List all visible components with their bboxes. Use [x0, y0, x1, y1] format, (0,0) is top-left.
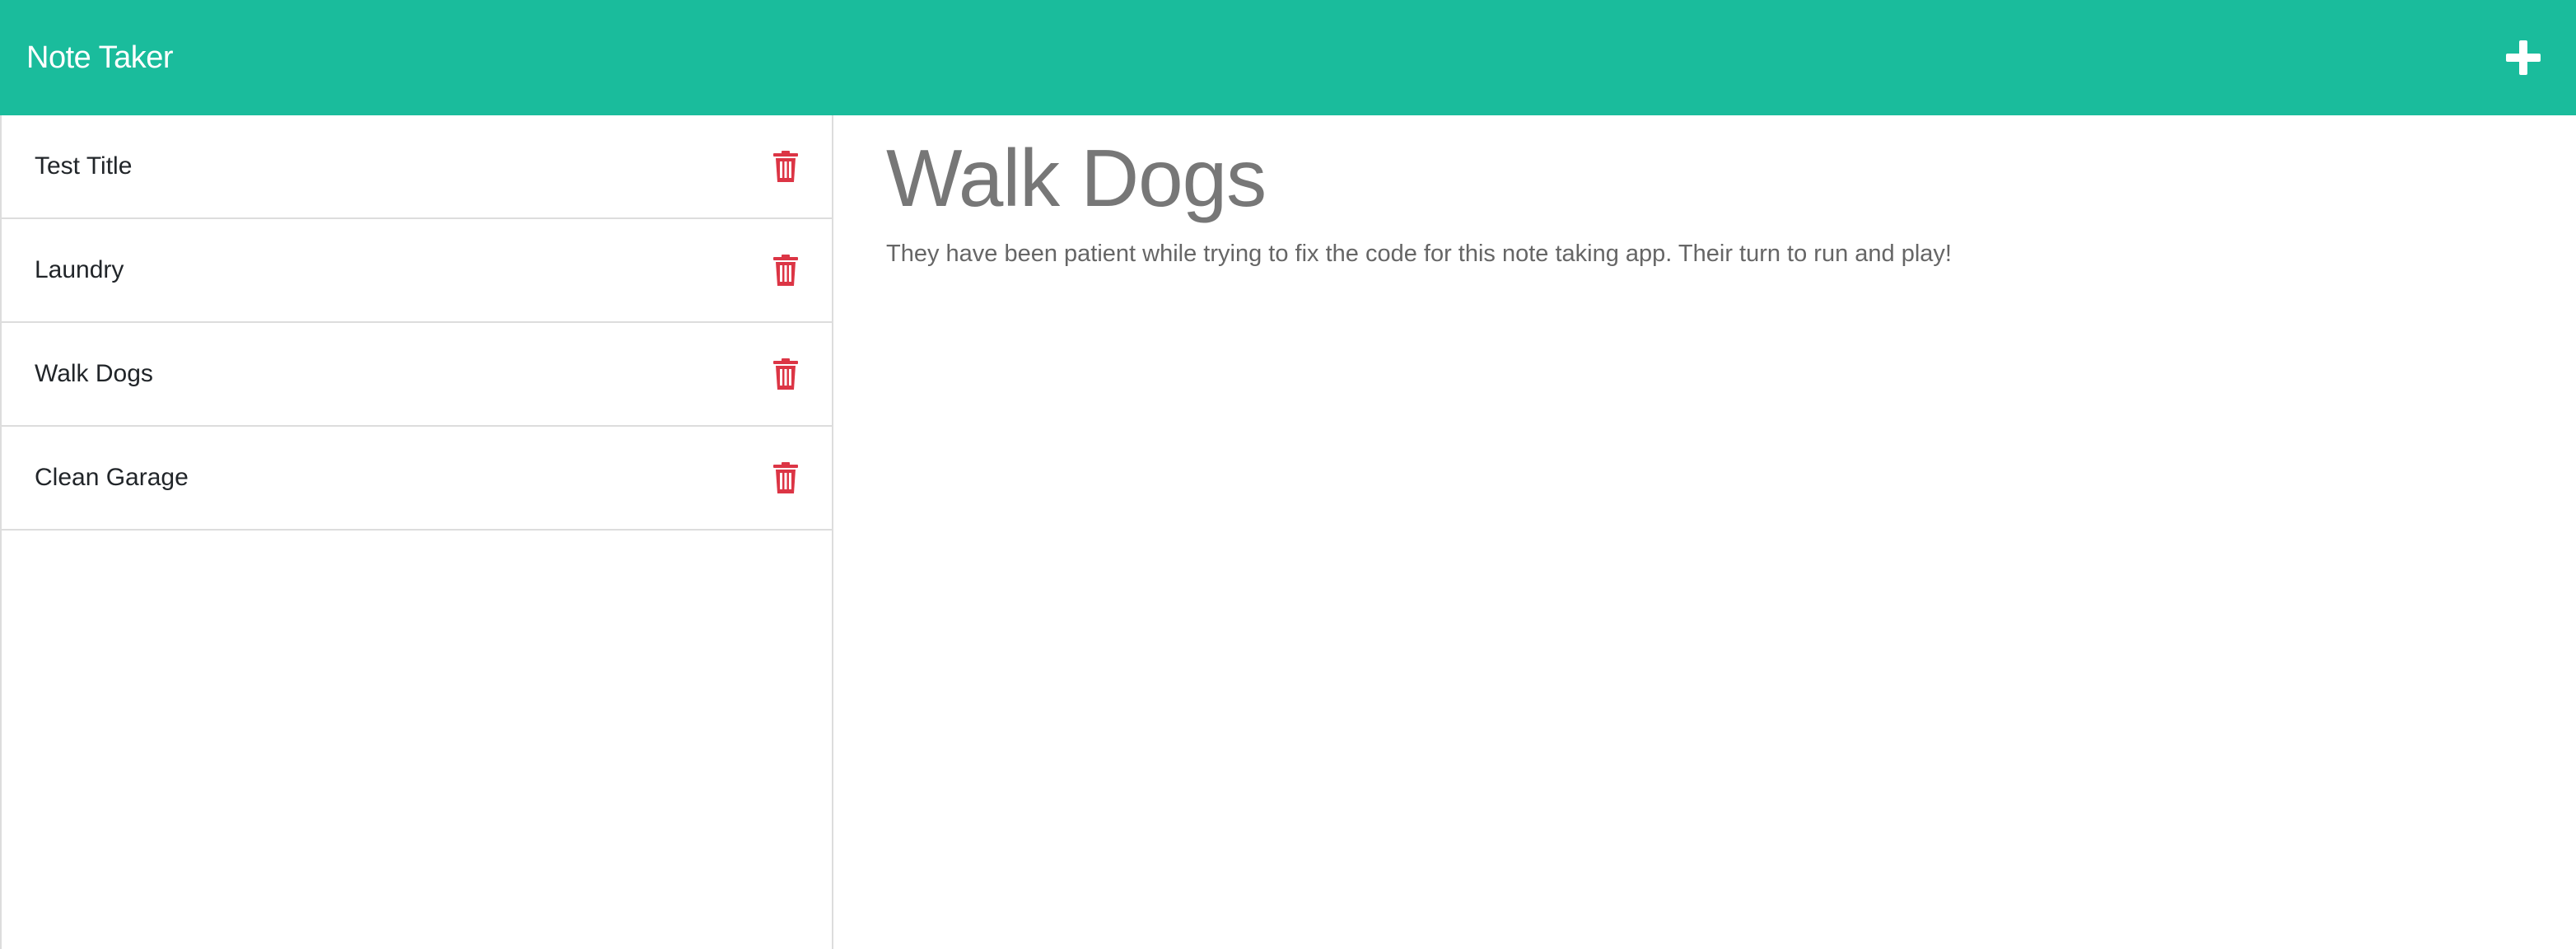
note-title: Test Title: [35, 152, 133, 180]
list-item[interactable]: Test Title: [2, 115, 832, 219]
trash-icon[interactable]: [771, 460, 800, 496]
note-title: Laundry: [35, 256, 124, 283]
list-item[interactable]: Clean Garage: [2, 427, 832, 531]
new-note-button[interactable]: [2499, 33, 2548, 82]
list-item[interactable]: Walk Dogs: [2, 323, 832, 427]
trash-icon[interactable]: [771, 148, 800, 185]
note-title: Walk Dogs: [35, 360, 153, 387]
list-item[interactable]: Laundry: [2, 219, 832, 323]
note-title-field[interactable]: Walk Dogs: [886, 133, 2576, 224]
note-text-field[interactable]: They have been patient while trying to f…: [886, 237, 2576, 271]
note-list: Test Title Laundry Walk Dogs Clean Garag…: [2, 115, 832, 531]
note-editor: Walk Dogs They have been patient while t…: [833, 115, 2576, 949]
trash-icon[interactable]: [771, 356, 800, 392]
trash-icon[interactable]: [771, 252, 800, 288]
navbar: Note Taker: [0, 0, 2576, 115]
app-title[interactable]: Note Taker: [26, 40, 174, 76]
note-list-panel: Test Title Laundry Walk Dogs Clean Garag…: [0, 115, 833, 949]
plus-icon: [2506, 40, 2541, 75]
note-title: Clean Garage: [35, 464, 189, 491]
